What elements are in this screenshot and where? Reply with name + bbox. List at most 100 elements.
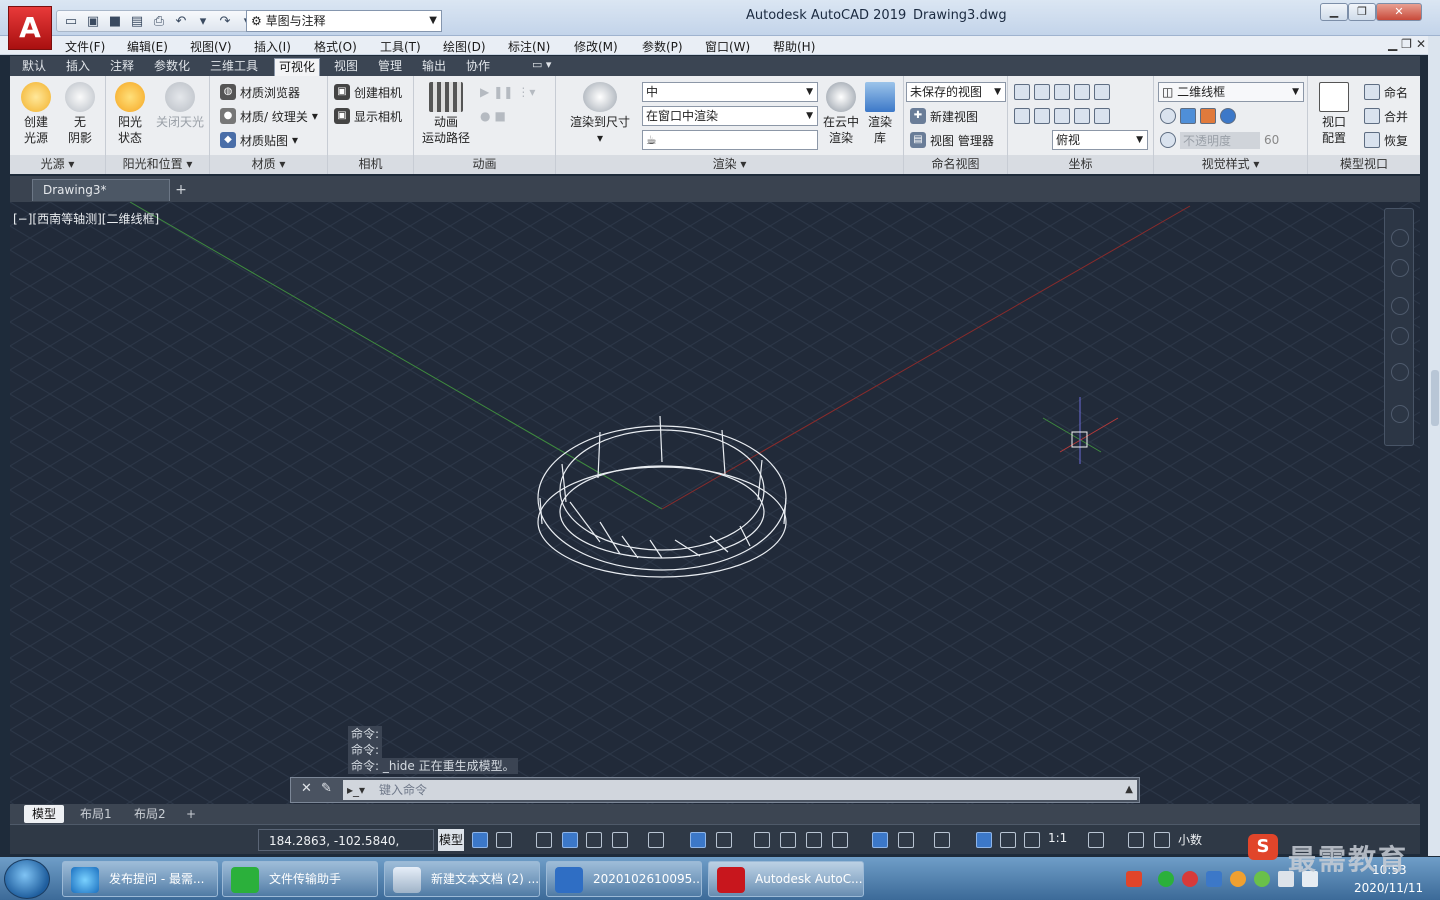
workspace-dropdown[interactable]: ⚙ 草图与注释 ▼: [246, 10, 442, 32]
chevron-up-icon[interactable]: ▲: [1125, 780, 1133, 800]
panel-title-materials[interactable]: 材质 ▾: [210, 155, 327, 174]
material-mapping-button[interactable]: ◆ 材质贴图 ▾: [220, 130, 298, 150]
taskbar-item-word[interactable]: 2020102610095...: [546, 861, 702, 897]
transparency-icon[interactable]: [780, 832, 796, 848]
units-icon[interactable]: [1154, 832, 1170, 848]
ortho-icon[interactable]: [562, 832, 578, 848]
annotation-plus-icon[interactable]: [1128, 832, 1144, 848]
taskbar-item-autocad[interactable]: Autodesk AutoC...: [708, 861, 864, 897]
close-button[interactable]: ✕: [1376, 3, 1422, 21]
visual-style-dropdown[interactable]: ◫ 二维线框 ▼: [1158, 82, 1304, 102]
taskbar-item-ie[interactable]: 发布提问 - 最需...: [62, 861, 218, 897]
units-value[interactable]: 小数: [1178, 831, 1202, 848]
menu-draw[interactable]: 绘图(D): [443, 38, 486, 55]
render-location-dropdown[interactable]: 在窗口中渲染 ▼: [642, 106, 818, 126]
menu-dimension[interactable]: 标注(N): [508, 38, 550, 55]
shadow-button[interactable]: 无 阴影: [60, 82, 100, 146]
render-environment-field[interactable]: ☕: [642, 130, 818, 150]
menu-format[interactable]: 格式(O): [314, 38, 357, 55]
selection-cycling-icon[interactable]: [806, 832, 822, 848]
snap-icon[interactable]: [496, 832, 512, 848]
new-view-button[interactable]: ✚ 新建视图: [910, 106, 978, 126]
network-manager-tray-icon[interactable]: [1230, 871, 1246, 887]
materials-textures-button[interactable]: ● 材质/ 纹理关 ▾: [220, 106, 318, 126]
taskbar-item-notepad[interactable]: 新建文本文档 (2) ...: [384, 861, 540, 897]
viewcube-icon[interactable]: [1391, 229, 1409, 247]
autocad-logo-button[interactable]: A: [8, 6, 52, 50]
name-viewport-button[interactable]: 命名: [1364, 82, 1408, 102]
panel-title-coordinates[interactable]: 坐标: [1008, 155, 1153, 174]
new-file-icon[interactable]: ▭: [61, 12, 81, 30]
saved-views-dropdown[interactable]: 未保存的视图 ▼: [906, 82, 1006, 102]
show-cameras-button[interactable]: ▣ 显示相机: [334, 106, 402, 126]
ucs-view-icon[interactable]: [1094, 84, 1110, 100]
materials-browser-button[interactable]: ◍ 材质浏览器: [220, 82, 300, 102]
lighting-icon[interactable]: [1200, 108, 1216, 124]
menu-help[interactable]: 帮助(H): [773, 38, 815, 55]
view-manager-button[interactable]: ▤ 视图 管理器: [910, 130, 994, 150]
tab-collaborate[interactable]: 协作: [462, 58, 494, 76]
sky-off-button[interactable]: 关闭天光: [154, 82, 206, 130]
menu-insert[interactable]: 插入(I): [254, 38, 291, 55]
save-as-icon[interactable]: ▤: [127, 12, 147, 30]
ucs-world-icon[interactable]: [1034, 84, 1050, 100]
zoom-icon[interactable]: [1391, 327, 1409, 345]
ucs-x-icon[interactable]: [1034, 108, 1050, 124]
ucs-zaxis-icon[interactable]: [1074, 108, 1090, 124]
ucs-icon[interactable]: [1014, 84, 1030, 100]
layout-tab-layout1[interactable]: 布局1: [72, 805, 120, 823]
polar-tracking-icon[interactable]: [612, 832, 628, 848]
tab-parametric[interactable]: 参数化: [150, 58, 194, 76]
grid-icon[interactable]: [472, 832, 488, 848]
weibo-tray-icon[interactable]: [1182, 871, 1198, 887]
command-prompt-icon[interactable]: ▸_▾: [347, 780, 365, 800]
opacity-control[interactable]: 不透明度 60: [1160, 130, 1300, 150]
undo-dropdown-icon[interactable]: ▾: [193, 12, 213, 30]
join-viewport-button[interactable]: 合并: [1364, 106, 1408, 126]
view-orientation-dropdown[interactable]: 俯视 ▼: [1052, 130, 1148, 150]
create-camera-button[interactable]: ▣ 创建相机: [334, 82, 402, 102]
panel-title-sun[interactable]: 阳光和位置 ▾: [106, 155, 209, 174]
panel-title-model-viewports[interactable]: 模型视口: [1308, 155, 1420, 174]
render-to-size-button[interactable]: 渲染到尺寸 ▾: [562, 82, 638, 146]
restore-viewport-button[interactable]: 恢复: [1364, 130, 1408, 150]
pan-hand-icon[interactable]: [1391, 297, 1409, 315]
viewport-config-button[interactable]: 视口 配置: [1314, 82, 1354, 146]
tab-manage[interactable]: 管理: [374, 58, 406, 76]
menu-file[interactable]: 文件(F): [65, 38, 105, 55]
ucs-3point-icon[interactable]: [1014, 108, 1030, 124]
redo-icon[interactable]: ↷: [215, 12, 235, 30]
wrench-icon[interactable]: ✎: [321, 781, 332, 796]
tab-annotate[interactable]: 注释: [106, 58, 138, 76]
panel-title-named-views[interactable]: 命名视图: [904, 155, 1007, 174]
create-light-button[interactable]: 创建 光源: [16, 82, 56, 146]
command-input[interactable]: ▸_▾ 键入命令 ▲: [343, 780, 1137, 800]
right-edge-scrollbar[interactable]: [1428, 36, 1440, 856]
orbit-icon[interactable]: [1391, 363, 1409, 381]
dynamic-input-icon[interactable]: [536, 832, 552, 848]
annotation-monitor-icon[interactable]: [832, 832, 848, 848]
object-snap-icon[interactable]: [690, 832, 706, 848]
walk-icon[interactable]: ⋮▾: [517, 85, 535, 99]
ucs-y-icon[interactable]: [1054, 108, 1070, 124]
ribbon-minimize-icon[interactable]: ▭ ▾: [532, 58, 551, 71]
menu-modify[interactable]: 修改(M): [574, 38, 618, 55]
menu-window[interactable]: 窗口(W): [705, 38, 750, 55]
ucs-origin-icon[interactable]: [1054, 84, 1070, 100]
viewport-label[interactable]: [−][西南等轴测][二维线框]: [13, 210, 159, 227]
cloud-render-button[interactable]: 在云中 渲染: [822, 82, 860, 146]
menu-edit[interactable]: 编辑(E): [127, 38, 168, 55]
taskbar-item-wechat[interactable]: 文件传输助手: [222, 861, 378, 897]
doc-window-controls[interactable]: ▁❐✕: [1388, 37, 1430, 51]
annotation-visibility-icon[interactable]: [976, 832, 992, 848]
workspace-gear-icon[interactable]: [1088, 832, 1104, 848]
clock-date[interactable]: 2020/11/11: [1354, 881, 1423, 895]
sogou-tray-icon[interactable]: [1126, 871, 1142, 887]
render-gallery-button[interactable]: 渲染 库: [862, 82, 898, 146]
close-icon[interactable]: ✕: [301, 781, 312, 796]
3d-object-snap-icon[interactable]: [716, 832, 732, 848]
tab-insert[interactable]: 插入: [62, 58, 94, 76]
dynamic-ucs-icon[interactable]: [872, 832, 888, 848]
panel-title-render[interactable]: 渲染 ▾: [556, 155, 903, 174]
ucs-z-icon[interactable]: [1074, 84, 1090, 100]
